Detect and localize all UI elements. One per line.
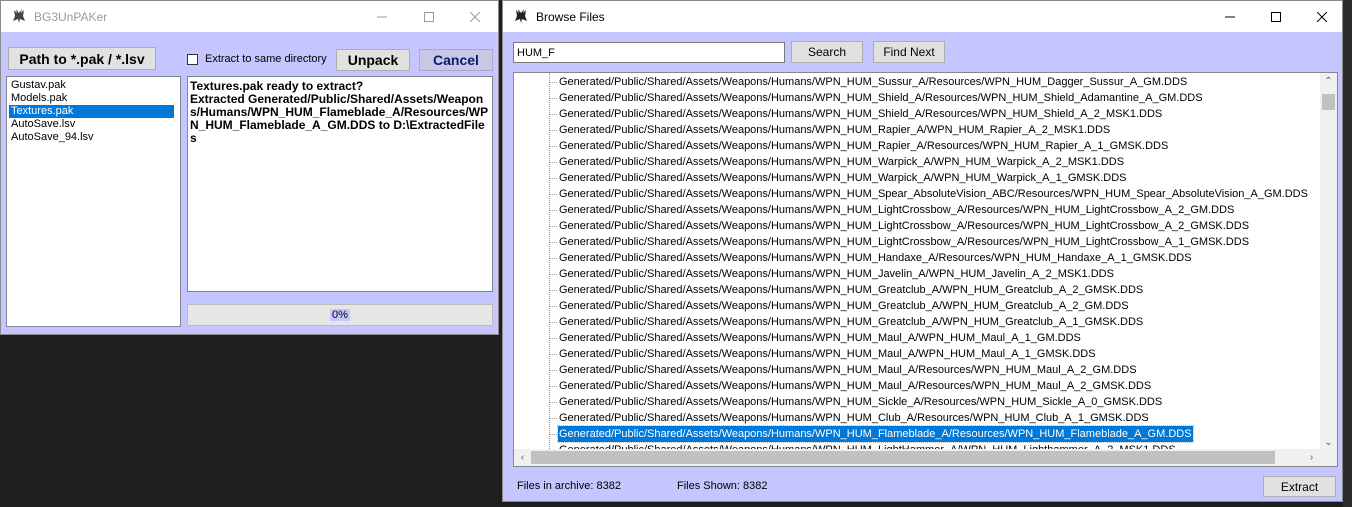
extract-same-dir-label: Extract to same directory — [205, 53, 327, 65]
close-icon — [470, 11, 480, 22]
tree-connector — [550, 338, 557, 339]
search-input[interactable] — [513, 42, 785, 63]
extract-button[interactable]: Extract — [1263, 476, 1336, 497]
unpaker-titlebar[interactable]: BG3UnPAKer — [1, 1, 498, 32]
tree-file-node[interactable]: Generated/Public/Shared/Assets/Weapons/H… — [558, 394, 1163, 410]
tree-connector — [550, 258, 557, 259]
horizontal-scrollbar[interactable]: ‹ › — [514, 449, 1320, 466]
tree-connector — [550, 98, 557, 99]
tree-connector — [550, 178, 557, 179]
archive-file-list[interactable]: Gustav.pak Models.pak Textures.pak AutoSave… — [6, 76, 181, 327]
minimize-icon — [377, 16, 387, 17]
tree-connector — [550, 226, 557, 227]
cancel-button[interactable]: Cancel — [419, 49, 493, 71]
tree-connector — [550, 274, 557, 275]
tree-connector — [550, 322, 557, 323]
minimize-button[interactable] — [1207, 1, 1253, 32]
tree-connector — [550, 194, 557, 195]
browse-files-window: Browse Files Search Find Next Generated/… — [502, 0, 1343, 502]
tree-file-node[interactable]: Generated/Public/Shared/Assets/Weapons/H… — [558, 154, 1125, 170]
minimize-button[interactable] — [359, 1, 405, 32]
tree-connector — [550, 434, 557, 435]
unpack-button[interactable]: Unpack — [336, 49, 410, 71]
dragon-icon — [13, 9, 25, 23]
file-list-item[interactable]: AutoSave_94.lsv — [9, 131, 174, 144]
tree-connector — [550, 370, 557, 371]
tree-connector — [550, 354, 557, 355]
file-list-item[interactable]: AutoSave.lsv — [9, 118, 174, 131]
tree-file-node[interactable]: Generated/Public/Shared/Assets/Weapons/H… — [558, 186, 1309, 202]
progress-text: 0% — [330, 309, 350, 321]
tree-file-node[interactable]: Generated/Public/Shared/Assets/Weapons/H… — [558, 250, 1193, 266]
tree-file-node[interactable]: Generated/Public/Shared/Assets/Weapons/H… — [557, 425, 1194, 443]
files-in-archive: Files in archive: 8382 — [517, 480, 621, 492]
file-tree[interactable]: Generated/Public/Shared/Assets/Weapons/H… — [513, 72, 1338, 467]
minimize-icon — [1225, 16, 1235, 17]
close-button[interactable] — [1299, 1, 1345, 32]
tree-file-node[interactable]: Generated/Public/Shared/Assets/Weapons/H… — [558, 74, 1188, 90]
tree-file-node[interactable]: Generated/Public/Shared/Assets/Weapons/H… — [558, 218, 1250, 234]
tree-file-node[interactable]: Generated/Public/Shared/Assets/Weapons/H… — [558, 298, 1130, 314]
files-shown: Files Shown: 8382 — [677, 480, 768, 492]
progress-bar: 0% — [187, 304, 493, 326]
horizontal-scroll-thumb[interactable] — [531, 451, 1275, 464]
extract-same-dir-checkbox[interactable] — [187, 53, 198, 65]
tree-connector — [550, 162, 557, 163]
path-button[interactable]: Path to *.pak / *.lsv — [8, 47, 156, 70]
maximize-button[interactable] — [1253, 1, 1299, 32]
search-button[interactable]: Search — [791, 41, 863, 63]
maximize-button[interactable] — [406, 1, 452, 32]
tree-connector — [550, 402, 557, 403]
scroll-left-icon[interactable]: ‹ — [514, 449, 531, 466]
vertical-scrollbar[interactable]: ⌃ ⌄ — [1320, 73, 1337, 451]
tree-connector — [550, 210, 557, 211]
tree-file-node[interactable]: Generated/Public/Shared/Assets/Weapons/H… — [558, 170, 1128, 186]
tree-file-node[interactable]: Generated/Public/Shared/Assets/Weapons/H… — [558, 330, 1082, 346]
log-output: Textures.pak ready to extract? Extracted … — [187, 76, 493, 292]
tree-connector — [550, 306, 557, 307]
tree-file-node[interactable]: Generated/Public/Shared/Assets/Weapons/H… — [558, 346, 1097, 362]
log-text: Textures.pak ready to extract? Extracted … — [190, 79, 489, 145]
tree-connector — [550, 386, 557, 387]
window-title: Browse Files — [536, 10, 605, 24]
scroll-right-icon[interactable]: › — [1303, 449, 1320, 466]
close-button[interactable] — [452, 1, 498, 32]
file-list-item[interactable]: Textures.pak — [9, 105, 174, 118]
tree-file-node[interactable]: Generated/Public/Shared/Assets/Weapons/H… — [558, 106, 1163, 122]
close-icon — [1317, 11, 1327, 22]
vertical-scroll-thumb[interactable] — [1322, 94, 1335, 110]
file-list-item[interactable]: Models.pak — [9, 92, 174, 105]
tree-connector — [550, 146, 557, 147]
tree-file-node[interactable]: Generated/Public/Shared/Assets/Weapons/H… — [558, 122, 1111, 138]
tree-file-node[interactable]: Generated/Public/Shared/Assets/Weapons/H… — [558, 410, 1150, 426]
tree-file-node[interactable]: Generated/Public/Shared/Assets/Weapons/H… — [558, 202, 1235, 218]
tree-file-node[interactable]: Generated/Public/Shared/Assets/Weapons/H… — [558, 378, 1152, 394]
tree-connector — [550, 114, 557, 115]
find-next-button[interactable]: Find Next — [873, 41, 945, 63]
tree-connector — [550, 242, 557, 243]
dragon-icon — [515, 9, 527, 23]
desktop-background — [1343, 0, 1352, 507]
scroll-up-icon[interactable]: ⌃ — [1320, 73, 1337, 90]
tree-file-node[interactable]: Generated/Public/Shared/Assets/Weapons/H… — [558, 90, 1204, 106]
tree-file-node[interactable]: Generated/Public/Shared/Assets/Weapons/H… — [558, 362, 1138, 378]
tree-file-node[interactable]: Generated/Public/Shared/Assets/Weapons/H… — [558, 234, 1250, 250]
tree-file-node[interactable]: Generated/Public/Shared/Assets/Weapons/H… — [558, 314, 1144, 330]
tree-file-node[interactable]: Generated/Public/Shared/Assets/Weapons/H… — [558, 138, 1169, 154]
scroll-corner — [1320, 449, 1337, 466]
extract-same-dir-option[interactable]: Extract to same directory — [187, 53, 327, 65]
window-title: BG3UnPAKer — [34, 10, 108, 24]
maximize-icon — [424, 11, 434, 22]
browse-titlebar[interactable]: Browse Files — [503, 1, 1342, 32]
tree-connector — [550, 290, 557, 291]
tree-file-node[interactable]: Generated/Public/Shared/Assets/Weapons/H… — [558, 282, 1144, 298]
unpaker-window: BG3UnPAKer Path to *.pak / *.lsv Extract… — [0, 0, 499, 335]
maximize-icon — [1271, 11, 1281, 22]
tree-connector — [550, 130, 557, 131]
tree-file-node[interactable]: Generated/Public/Shared/Assets/Weapons/H… — [558, 266, 1115, 282]
tree-connector — [550, 418, 557, 419]
file-list-item[interactable]: Gustav.pak — [9, 79, 174, 92]
tree-connector — [550, 82, 557, 83]
